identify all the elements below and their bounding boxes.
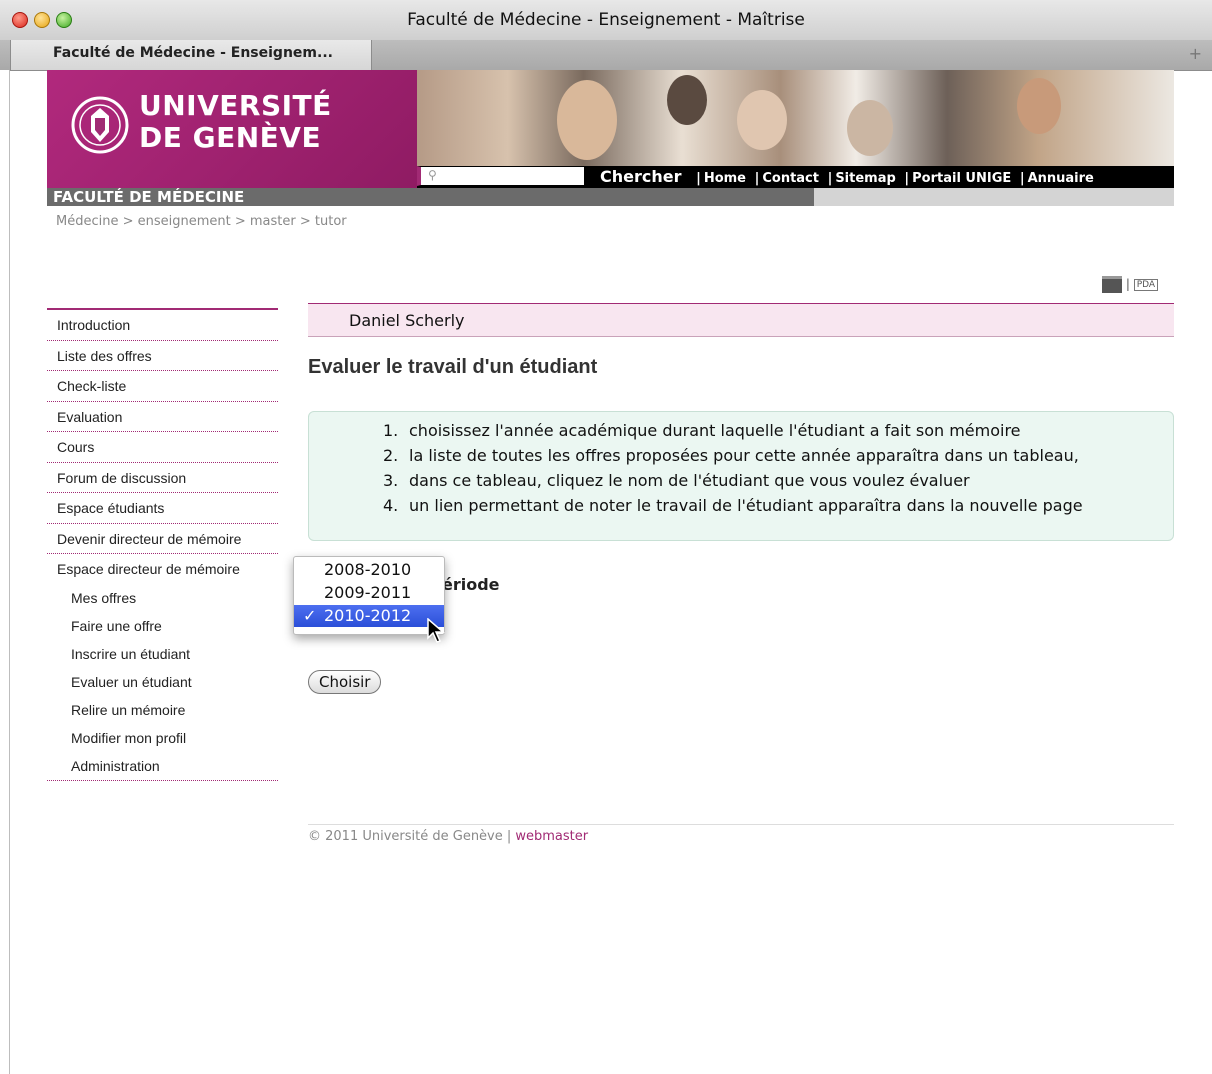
sidebar-item-check-liste[interactable]: Check-liste: [47, 371, 278, 402]
sidebar-subitem-relire-memoire[interactable]: Relire un mémoire: [47, 696, 278, 724]
period-option-2009-2011[interactable]: 2009-2011: [294, 582, 444, 604]
nav-link-home[interactable]: Home: [704, 171, 746, 186]
page-title: Evaluer le travail d'un étudiant: [308, 356, 598, 378]
page-tools: | PDA: [1102, 276, 1159, 293]
sidebar-subitem-inscrire-etudiant[interactable]: Inscrire un étudiant: [47, 640, 278, 668]
site-header: UNIVERSITÉ DE GENÈVE ⚲ Chercher | Home | C…: [47, 70, 1174, 206]
nav-link-sitemap[interactable]: Sitemap: [835, 171, 895, 186]
university-logo[interactable]: UNIVERSITÉ DE GENÈVE: [47, 70, 417, 188]
mouse-pointer-icon: [427, 618, 445, 643]
university-name-line1: UNIVERSITÉ: [139, 89, 332, 122]
sidebar-subitem-mes-offres[interactable]: Mes offres: [47, 584, 278, 612]
instruction-item: 1. choisissez l'année académique durant l…: [383, 421, 1021, 440]
header-nav: Chercher | Home | Contact | Sitemap | Portai…: [600, 167, 1094, 186]
header-search-bar: ⚲ Chercher | Home | Contact | Sitemap | Port…: [417, 166, 1174, 188]
nav-link-contact[interactable]: Contact: [762, 171, 819, 186]
footer: © 2011 Université de Genève | webmaster: [308, 829, 588, 844]
checkmark-icon: ✓: [303, 606, 317, 625]
header-photo: [417, 70, 1174, 166]
window-title: Faculté de Médecine - Enseignement - Maî…: [407, 10, 805, 30]
sidebar-item-liste-des-offres[interactable]: Liste des offres: [47, 341, 278, 371]
nav-link-portail[interactable]: Portail UNIGE: [912, 171, 1011, 186]
print-icon[interactable]: [1102, 276, 1122, 293]
sidebar-subitem-administration[interactable]: Administration: [47, 752, 278, 781]
instruction-item: 2. la liste de toutes les offres proposée…: [383, 446, 1079, 465]
sidebar-item-forum[interactable]: Forum de discussion: [47, 463, 278, 493]
footer-divider: [308, 824, 1174, 825]
instruction-item: 3. dans ce tableau, cliquez le nom de l'é…: [383, 471, 970, 490]
sidebar-item-devenir-directeur[interactable]: Devenir directeur de mémoire: [47, 524, 278, 554]
sidebar-item-introduction[interactable]: Introduction: [47, 310, 278, 341]
header-gray-bar: [814, 188, 1174, 206]
instructions-box: 1. choisissez l'année académique durant l…: [308, 411, 1174, 541]
search-icon: ⚲: [428, 168, 437, 182]
sidebar-item-evaluation[interactable]: Evaluation: [47, 402, 278, 432]
webmaster-link[interactable]: webmaster: [515, 829, 588, 844]
browser-tab[interactable]: Faculté de Médecine - Enseignem...: [10, 40, 372, 70]
new-tab-button[interactable]: +: [1189, 44, 1202, 63]
faculty-bar: FACULTÉ DE MÉDECINE: [47, 188, 814, 206]
window-left-edge: [0, 70, 10, 1074]
user-name: Daniel Scherly: [349, 311, 465, 330]
tools-separator: |: [1125, 277, 1130, 291]
user-bar: Daniel Scherly: [308, 303, 1174, 337]
sidebar-item-espace-directeur[interactable]: Espace directeur de mémoire: [47, 554, 278, 584]
choisir-button[interactable]: Choisir: [308, 670, 382, 694]
footer-copyright: © 2011 Université de Genève |: [308, 829, 516, 844]
sidebar-subitem-evaluer-etudiant[interactable]: Evaluer un étudiant: [47, 668, 278, 696]
instructions-list: 1. choisissez l'année académique durant l…: [383, 418, 1083, 518]
nav-link-annuaire[interactable]: Annuaire: [1028, 171, 1094, 186]
pda-icon[interactable]: PDA: [1133, 278, 1159, 291]
university-name: UNIVERSITÉ DE GENÈVE: [139, 90, 332, 154]
period-option-2010-2012[interactable]: ✓ 2010-2012: [294, 605, 444, 627]
instruction-item: 4. un lien permettant de noter le travail…: [383, 496, 1083, 515]
sidebar-item-cours[interactable]: Cours: [47, 432, 278, 463]
chercher-button[interactable]: Chercher: [600, 167, 682, 186]
university-name-line2: DE GENÈVE: [139, 121, 322, 154]
sidebar-nav: Introduction Liste des offres Check-list…: [47, 308, 278, 781]
window-titlebar: Faculté de Médecine - Enseignement - Maî…: [0, 0, 1212, 41]
search-input[interactable]: ⚲: [417, 166, 585, 186]
university-seal-icon: [71, 96, 129, 154]
sidebar-item-espace-etudiants[interactable]: Espace étudiants: [47, 493, 278, 524]
faculty-name[interactable]: FACULTÉ DE MÉDECINE: [53, 188, 244, 206]
sidebar-subitem-faire-offre[interactable]: Faire une offre: [47, 612, 278, 640]
tab-bar: Faculté de Médecine - Enseignem... +: [0, 40, 1212, 71]
period-select-dropdown[interactable]: 2008-2010 2009-2011 ✓ 2010-2012: [293, 556, 445, 635]
browser-tab-label: Faculté de Médecine - Enseignem...: [53, 45, 333, 61]
breadcrumb[interactable]: Médecine > enseignement > master > tutor: [56, 214, 347, 229]
sidebar-subitem-modifier-profil[interactable]: Modifier mon profil: [47, 724, 278, 752]
period-option-2008-2010[interactable]: 2008-2010: [294, 559, 444, 581]
